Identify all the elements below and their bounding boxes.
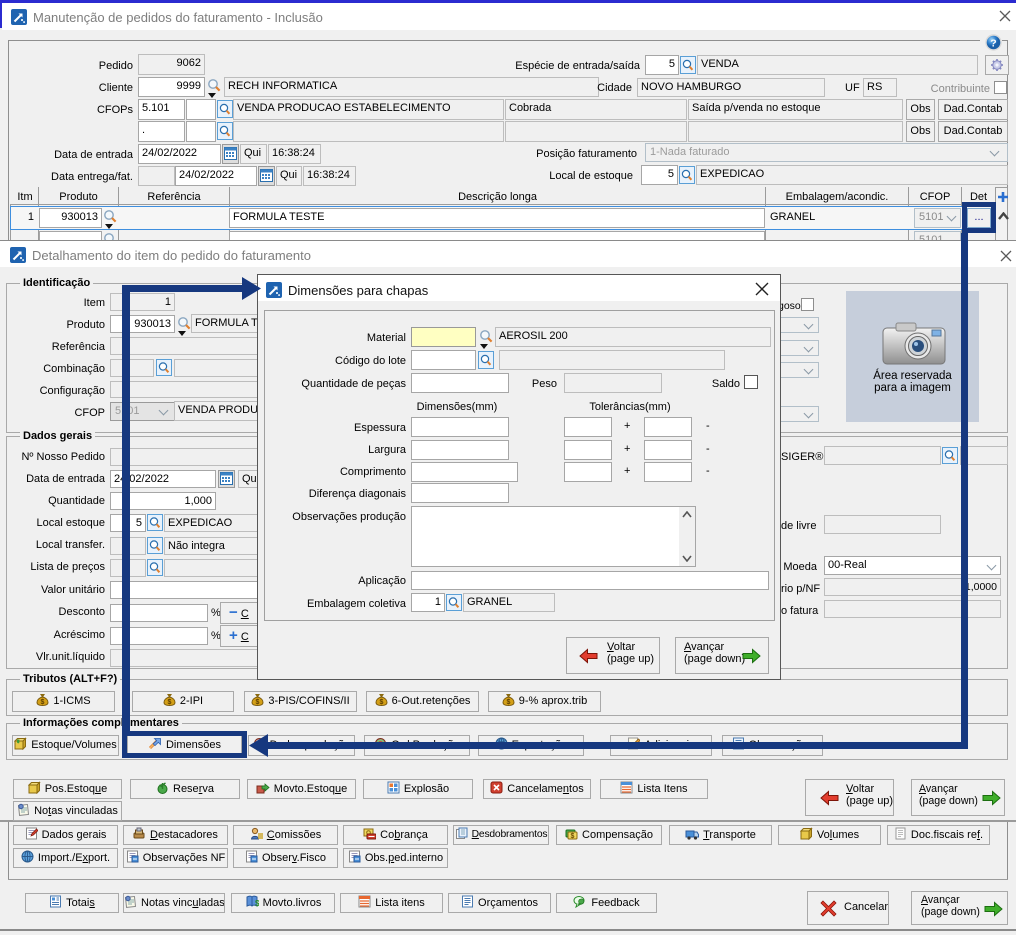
svg-text:$: $ [255,899,259,908]
svg-text:$: $ [41,699,45,706]
svg-text:$: $ [506,699,510,706]
svg-text:$: $ [379,699,383,706]
svg-text:$: $ [571,833,575,840]
svg-text:?: ? [990,38,996,50]
svg-text:$: $ [167,699,171,706]
svg-text:$: $ [256,699,260,706]
